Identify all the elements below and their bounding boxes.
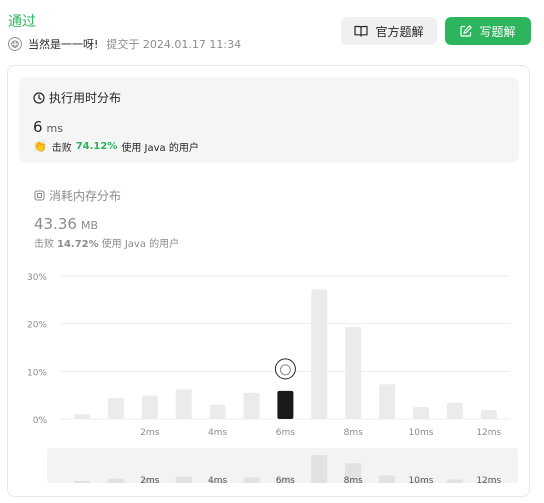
runtime-unit: ms bbox=[46, 122, 63, 135]
official-solution-label: 官方题解 bbox=[375, 24, 424, 39]
memory-value: 43.36 MB bbox=[34, 215, 98, 233]
runtime-beats-suffix: 使用 Java 的用户 bbox=[121, 143, 199, 154]
runtime-value: 6 ms bbox=[33, 118, 63, 136]
result-card: 执行用时分布 6 ms 👏 击败 74.12% 使用 Java 的用户 消耗内存分… bbox=[7, 65, 530, 497]
runtime-title-text: 执行用时分布 bbox=[49, 91, 122, 105]
write-solution-button[interactable]: 写题解 bbox=[445, 17, 531, 45]
avatar[interactable]: ☺ bbox=[8, 37, 22, 51]
memory-beats-prefix: 击败 bbox=[34, 239, 54, 250]
clap-icon: 👏 bbox=[33, 140, 47, 153]
submission-meta: ☺ 当然是一一呀! 提交于 2024.01.17 11:34 bbox=[8, 36, 241, 52]
clock-icon bbox=[33, 91, 45, 104]
book-icon bbox=[354, 25, 369, 37]
official-solution-button[interactable]: 官方题解 bbox=[341, 17, 437, 45]
memory-unit: MB bbox=[80, 219, 98, 232]
runtime-beats: 👏 击败 74.12% 使用 Java 的用户 bbox=[33, 139, 199, 154]
username[interactable]: 当然是一一呀! bbox=[28, 36, 98, 52]
runtime-beats-pct: 74.12% bbox=[75, 141, 118, 152]
edit-icon bbox=[460, 25, 473, 37]
submitted-time: 提交于 2024.01.17 11:34 bbox=[106, 38, 242, 51]
memory-beats: 击败 14.72% 使用 Java 的用户 bbox=[34, 235, 179, 250]
memory-beats-pct: 14.72% bbox=[57, 239, 99, 250]
runtime-number: 6 bbox=[33, 118, 43, 136]
runtime-beats-prefix: 击败 bbox=[51, 143, 72, 154]
memory-title[interactable]: 消耗内存分布 bbox=[34, 187, 121, 204]
memory-beats-suffix: 使用 Java 的用户 bbox=[101, 239, 180, 250]
status-text: 通过 bbox=[8, 14, 36, 30]
runtime-title: 执行用时分布 bbox=[33, 89, 121, 106]
runtime-panel[interactable]: 执行用时分布 6 ms 👏 击败 74.12% 使用 Java 的用户 bbox=[19, 77, 519, 163]
memory-title-text: 消耗内存分布 bbox=[49, 189, 122, 203]
write-solution-label: 写题解 bbox=[479, 24, 516, 39]
chip-icon bbox=[34, 190, 45, 201]
memory-number: 43.36 bbox=[34, 215, 77, 233]
